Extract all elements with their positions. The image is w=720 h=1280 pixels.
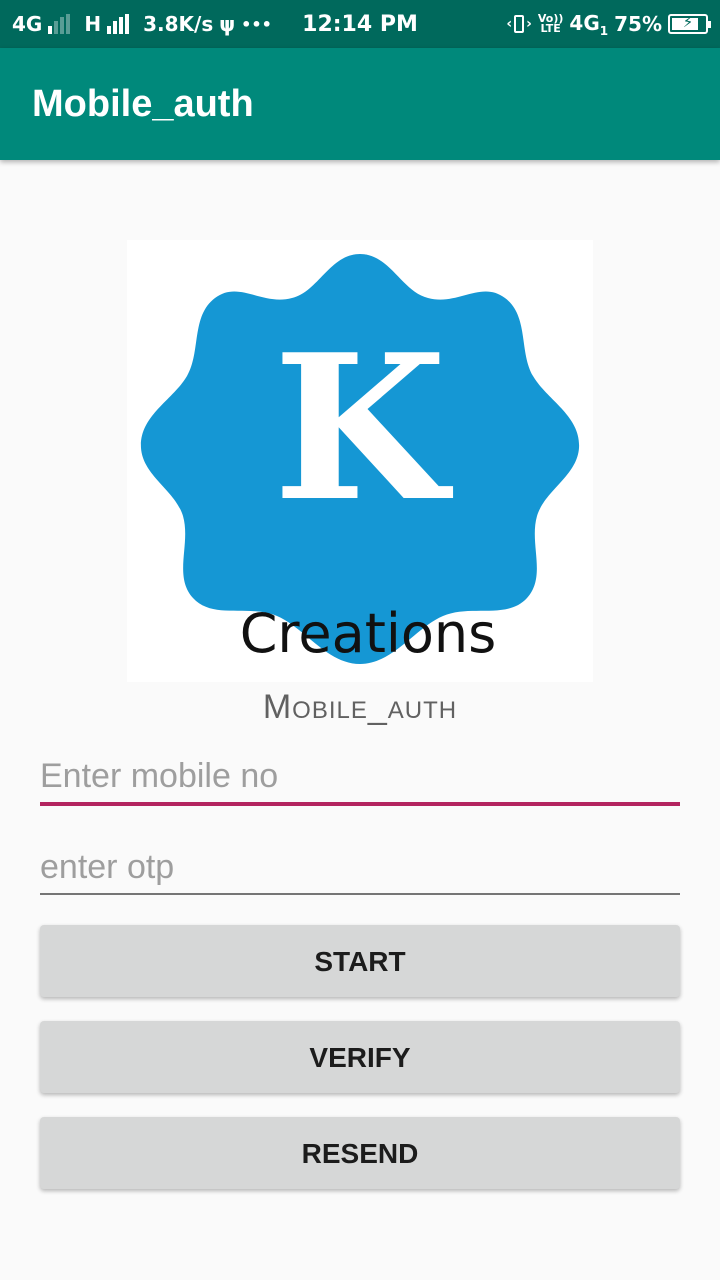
network-type-3: 4G1	[569, 11, 608, 38]
mobile-number-input[interactable]	[40, 746, 680, 806]
network-type-3-label: 4G	[569, 10, 600, 35]
battery-percent: 75%	[614, 12, 662, 36]
volte-indicator: Vo)) LTE	[538, 13, 564, 35]
otp-input-underline	[40, 893, 680, 895]
start-button[interactable]: START	[40, 925, 680, 997]
resend-button[interactable]: RESEND	[40, 1117, 680, 1189]
status-bar: 4G H 3.8K/s ψ ••• 12:14 PM ‹ › Vo)) LTE 4…	[0, 0, 720, 48]
sim-index: 1	[599, 23, 609, 38]
status-right: ‹ › Vo)) LTE 4G1 75% ⚡	[506, 0, 711, 48]
logo-graphic: K Creations	[140, 254, 580, 665]
app-title: Mobile_auth	[32, 83, 254, 125]
app-name-label: Mobile_auth	[262, 688, 458, 726]
verify-button[interactable]: VERIFY	[40, 1021, 680, 1093]
lte-label: LTE	[540, 22, 561, 35]
app-bar: Mobile_auth	[0, 48, 720, 160]
battery-charging-icon: ⚡	[668, 13, 711, 34]
k-creations-logo: K Creations	[127, 240, 593, 682]
vibrate-icon: ‹ ›	[506, 15, 532, 33]
mobile-input-underline	[40, 802, 680, 806]
logo-wordmark: Creations	[240, 602, 497, 665]
logo-letter: K	[273, 311, 453, 546]
otp-input[interactable]	[40, 837, 680, 897]
